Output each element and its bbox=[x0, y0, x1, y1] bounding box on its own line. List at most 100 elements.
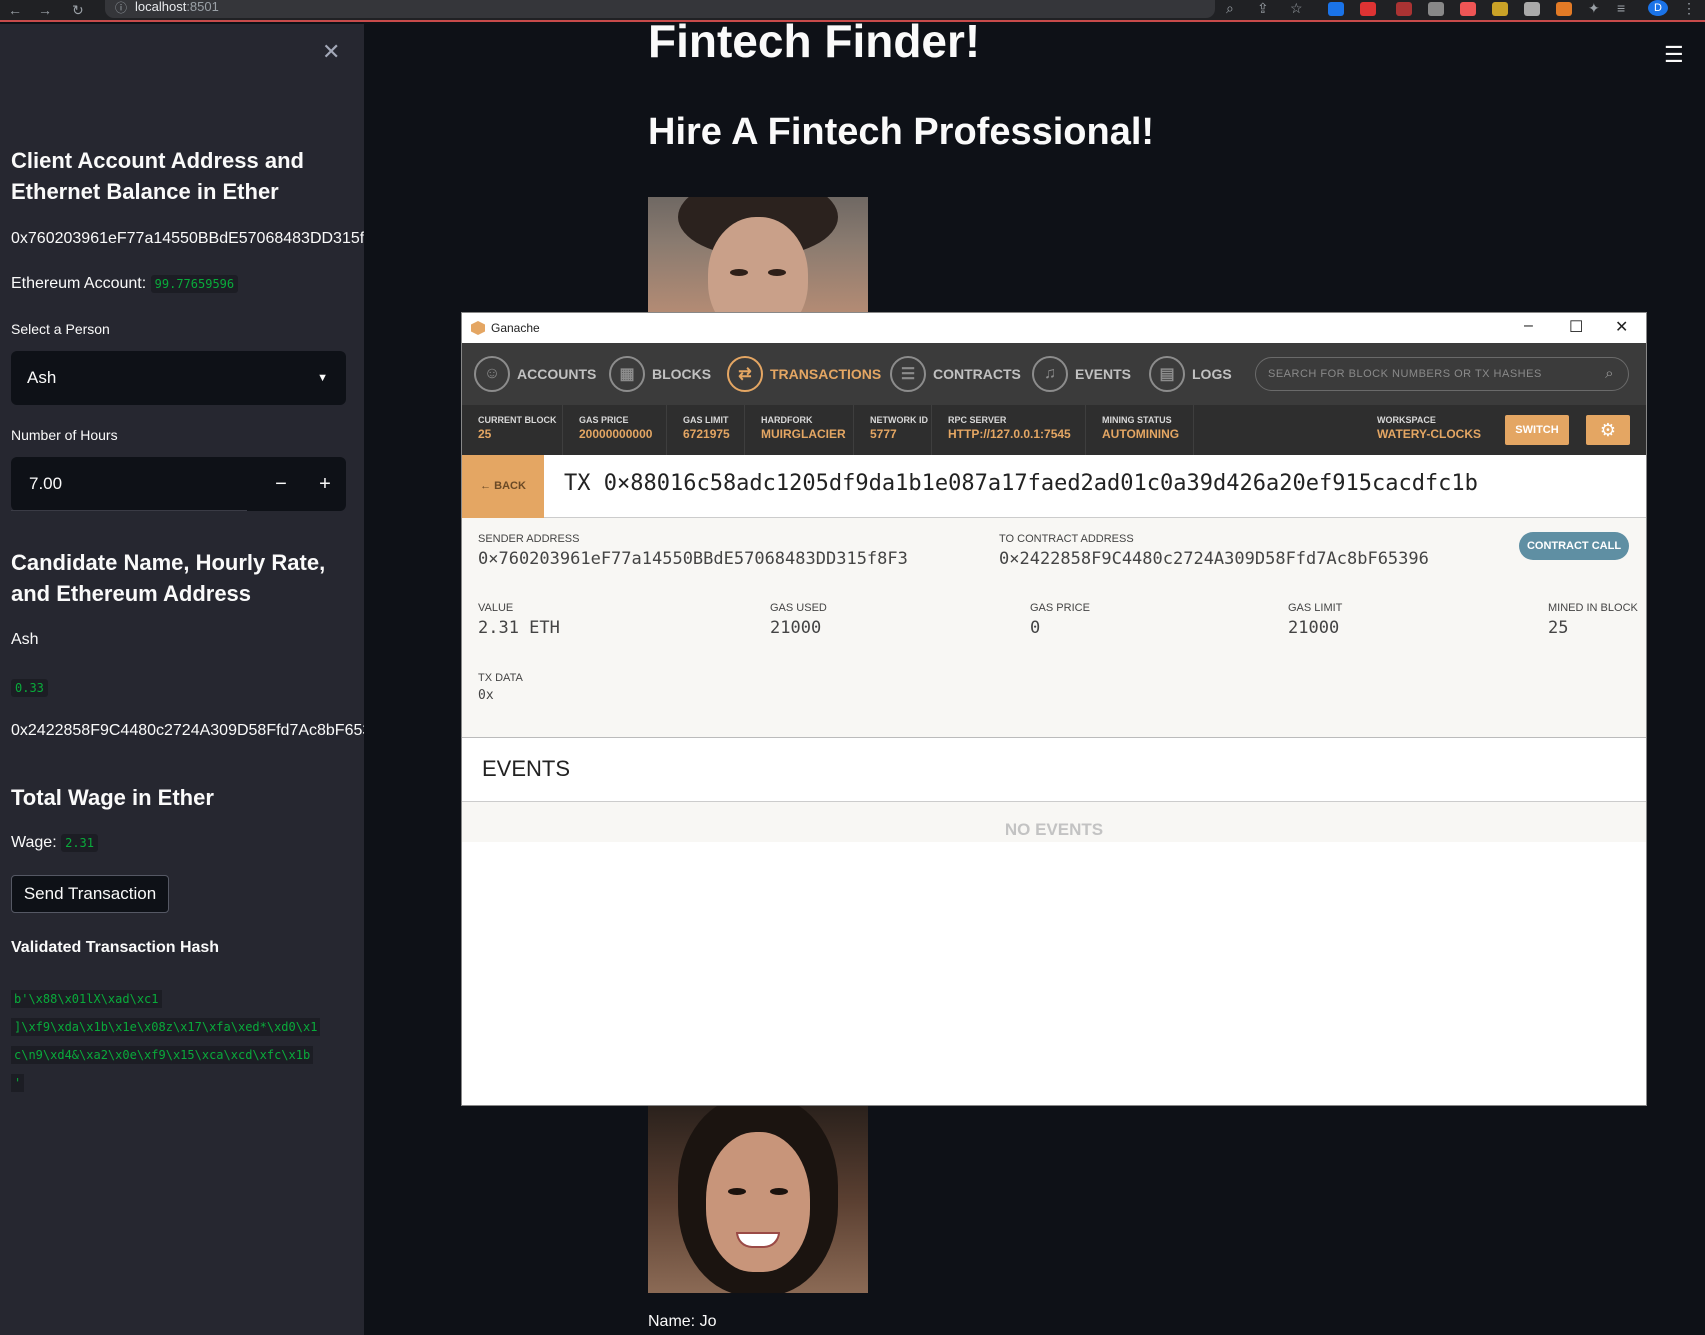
close-icon[interactable]: ✕ bbox=[1615, 317, 1628, 337]
candidate-name-jo: Name: Jo bbox=[648, 1313, 717, 1330]
tab-accounts[interactable]: ☺ ACCOUNTS bbox=[474, 355, 596, 393]
stat-label: NETWORK ID bbox=[870, 415, 928, 425]
tab-label: BLOCKS bbox=[652, 366, 712, 382]
gas-limit-stat: GAS LIMIT 6721975 bbox=[667, 405, 745, 455]
hours-number-input[interactable]: 7.00 − + bbox=[11, 457, 346, 511]
events-heading: EVENTS bbox=[482, 756, 571, 781]
terminal-icon: ▤ bbox=[1149, 356, 1185, 392]
wage-label: Wage: bbox=[11, 834, 57, 851]
candidate-rate-row: 0.33 bbox=[11, 679, 364, 697]
hours-value[interactable]: 7.00 bbox=[29, 457, 62, 511]
back-icon[interactable]: ← bbox=[8, 0, 22, 20]
reading-list-icon[interactable]: ≡ bbox=[1617, 0, 1625, 16]
no-events-message: NO EVENTS bbox=[462, 802, 1646, 842]
tab-logs[interactable]: ▤ LOGS bbox=[1149, 355, 1232, 393]
workspace-stat: WORKSPACE WATERY-CLOCKS bbox=[1361, 405, 1491, 455]
client-address: 0x760203961eF77a14550BBdE57068483DD315f8… bbox=[11, 230, 364, 247]
stat-label: MINING STATUS bbox=[1102, 415, 1172, 425]
gas-used: 21000 bbox=[770, 618, 822, 638]
browser-menu-icon[interactable]: ⋮ bbox=[1682, 0, 1696, 16]
candidate-photo bbox=[648, 197, 868, 312]
send-transaction-button[interactable]: Send Transaction bbox=[11, 875, 169, 913]
extension-icon[interactable] bbox=[1396, 2, 1412, 16]
sender-field: SENDER ADDRESS 0×760203961eF77a14550BBdE… bbox=[478, 533, 908, 569]
to-contract-address: 0×2422858F9C4480c2724A309D58Ffd7Ac8bF653… bbox=[999, 549, 1429, 569]
wage-value: 2.31 bbox=[61, 834, 99, 852]
candidate-photo bbox=[648, 1106, 868, 1293]
info-icon[interactable]: ⓘ bbox=[115, 1, 127, 15]
sidebar: ✕ Client Account Address and Ethernet Ba… bbox=[0, 24, 364, 1335]
tab-label: ACCOUNTS bbox=[517, 366, 597, 382]
mining-status-stat: MINING STATUS AUTOMINING bbox=[1086, 405, 1194, 455]
blocks-icon: ▦ bbox=[609, 356, 645, 392]
eth-account-label: Ethereum Account: bbox=[11, 275, 147, 292]
switch-button[interactable]: SWITCH bbox=[1505, 415, 1569, 445]
tab-label: EVENTS bbox=[1075, 366, 1132, 382]
extension-icon[interactable] bbox=[1428, 2, 1444, 16]
decrement-button[interactable]: − bbox=[259, 457, 303, 511]
extension-icon[interactable] bbox=[1524, 2, 1540, 16]
gear-icon[interactable]: ⚙ bbox=[1586, 415, 1630, 445]
bookmark-star-icon[interactable]: ☆ bbox=[1290, 0, 1303, 16]
person-select-value: Ash bbox=[27, 368, 57, 387]
status-bar: CURRENT BLOCK 25 GAS PRICE 20000000000 G… bbox=[462, 405, 1646, 455]
stat-value: 6721975 bbox=[683, 427, 730, 441]
photo-face bbox=[706, 1132, 810, 1272]
increment-button[interactable]: + bbox=[305, 457, 345, 511]
candidate-address: 0x2422858F9C4480c2724A309D58Ffd7Ac8bF653… bbox=[11, 722, 364, 739]
mined-in-block: 25 bbox=[1548, 618, 1569, 638]
search-icon[interactable]: ⌕ bbox=[1605, 358, 1614, 390]
extension-icon[interactable] bbox=[1492, 2, 1508, 16]
input-underline bbox=[11, 510, 247, 511]
tab-label: CONTRACTS bbox=[933, 366, 1021, 382]
field-label: VALUE bbox=[478, 602, 514, 614]
window-titlebar[interactable]: Ganache – ☐ ✕ bbox=[462, 313, 1646, 343]
extension-icon[interactable] bbox=[1360, 2, 1376, 16]
to-contract-field: TO CONTRACT ADDRESS 0×2422858F9C4480c272… bbox=[999, 533, 1429, 569]
tab-blocks[interactable]: ▦ BLOCKS bbox=[609, 355, 711, 393]
tab-label: LOGS bbox=[1192, 366, 1232, 382]
validated-hash-heading: Validated Transaction Hash bbox=[11, 939, 220, 956]
zoom-icon[interactable]: ⌕ bbox=[1226, 0, 1234, 16]
tab-transactions[interactable]: ⇄ TRANSACTIONS bbox=[727, 355, 881, 393]
tab-contracts[interactable]: ☰ CONTRACTS bbox=[890, 355, 1021, 393]
search-input[interactable]: SEARCH FOR BLOCK NUMBERS OR TX HASHES ⌕ bbox=[1255, 357, 1629, 391]
field-label: GAS LIMIT bbox=[1288, 602, 1343, 614]
field-label: GAS USED bbox=[770, 602, 827, 614]
stat-label: WORKSPACE bbox=[1377, 415, 1436, 425]
sender-address: 0×760203961eF77a14550BBdE57068483DD315f8… bbox=[478, 549, 908, 569]
network-id-stat: NETWORK ID 5777 bbox=[854, 405, 932, 455]
back-button[interactable]: ← BACK bbox=[462, 455, 544, 518]
tx-data: 0x bbox=[478, 688, 494, 703]
maximize-icon[interactable]: ☐ bbox=[1569, 317, 1583, 337]
share-icon[interactable]: ⇪ bbox=[1257, 0, 1269, 16]
stat-label: HARDFORK bbox=[761, 415, 813, 425]
client-heading: Client Account Address and Ethernet Bala… bbox=[11, 148, 304, 204]
candidate-name: Ash bbox=[11, 631, 39, 648]
contract-call-badge: CONTRACT CALL bbox=[1519, 532, 1629, 560]
gas-price-field: GAS PRICE 0 bbox=[1030, 602, 1090, 638]
tx-details: SENDER ADDRESS 0×760203961eF77a14550BBdE… bbox=[462, 518, 1646, 738]
close-icon[interactable]: ✕ bbox=[322, 39, 340, 65]
field-label: MINED IN BLOCK bbox=[1548, 602, 1638, 614]
forward-icon[interactable]: → bbox=[38, 0, 52, 20]
extension-icon[interactable] bbox=[1460, 2, 1476, 16]
metamask-icon[interactable] bbox=[1556, 2, 1572, 16]
url-host: localhost bbox=[135, 0, 187, 14]
tx-header: ← BACK TX 0×88016c58adc1205df9da1b1e087a… bbox=[462, 455, 1646, 518]
gas-price: 0 bbox=[1030, 618, 1041, 638]
extension-icon[interactable] bbox=[1328, 2, 1344, 16]
field-label: TO CONTRACT ADDRESS bbox=[999, 533, 1134, 545]
profile-avatar[interactable]: D bbox=[1648, 0, 1668, 16]
hamburger-menu-icon[interactable]: ☰ bbox=[1664, 42, 1684, 68]
hash-line: b'\x88\x01lX\xad\xc1 bbox=[11, 990, 162, 1008]
value-field: VALUE 2.31 ETH bbox=[478, 602, 560, 638]
extensions-puzzle-icon[interactable]: ✦ bbox=[1588, 0, 1600, 16]
hash-line: c\n9\xd4&\xa2\x0e\xf9\x15\xca\xcd\xfc\x1… bbox=[11, 1046, 314, 1064]
person-select[interactable]: Ash ▼ bbox=[11, 351, 346, 405]
tab-events[interactable]: ♫ EVENTS bbox=[1032, 355, 1131, 393]
stat-value: HTTP://127.0.0.1:7545 bbox=[948, 427, 1071, 441]
minimize-icon[interactable]: – bbox=[1524, 317, 1533, 335]
photo-eye bbox=[768, 269, 786, 276]
reload-icon[interactable]: ↻ bbox=[72, 0, 84, 20]
